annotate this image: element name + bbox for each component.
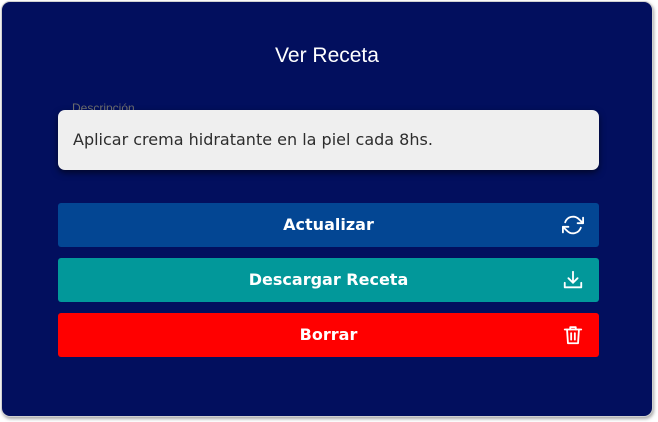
delete-button-label: Borrar	[299, 325, 358, 344]
trash-icon	[562, 324, 584, 346]
update-button[interactable]: Actualizar	[58, 203, 599, 247]
delete-button[interactable]: Borrar	[58, 313, 599, 357]
refresh-icon	[562, 214, 584, 236]
description-field-label: Descripción	[72, 101, 135, 110]
download-icon	[562, 269, 584, 291]
dialog-title: Ver Receta	[275, 44, 379, 67]
view-recipe-dialog: Ver Receta Descripción Aplicar crema hid…	[1, 1, 653, 417]
description-field[interactable]: Descripción Aplicar crema hidratante en …	[58, 101, 599, 170]
description-field-value[interactable]: Aplicar crema hidratante en la piel cada…	[73, 129, 433, 151]
download-recipe-button[interactable]: Descargar Receta	[58, 258, 599, 302]
update-button-label: Actualizar	[283, 215, 374, 234]
download-recipe-button-label: Descargar Receta	[248, 270, 409, 289]
